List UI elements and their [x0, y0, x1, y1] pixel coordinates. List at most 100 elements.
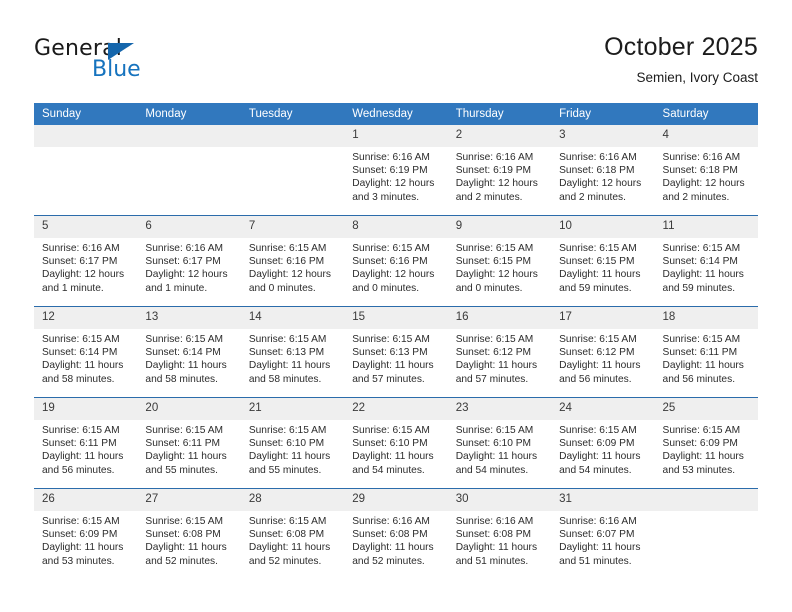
day-number: [34, 125, 138, 147]
calendar-week-row: 1 Sunrise: 6:16 AM Sunset: 6:19 PM Daylight…: [34, 125, 758, 216]
daylight-text: Daylight: 12 hours and 0 minutes.: [352, 269, 435, 294]
calendar-day-cell[interactable]: 1 Sunrise: 6:16 AM Sunset: 6:19 PM Daylight…: [344, 125, 448, 216]
daylight-text: Daylight: 11 hours and 57 minutes.: [352, 360, 434, 385]
weekday-header-saturday: Saturday: [654, 103, 758, 125]
sunset-text: Sunset: 6:18 PM: [662, 165, 738, 177]
calendar-day-cell[interactable]: 3 Sunrise: 6:16 AM Sunset: 6:18 PM Daylight…: [551, 125, 655, 216]
calendar-day-cell-empty: [34, 125, 138, 216]
calendar-day-cell[interactable]: 16 Sunrise: 6:15 AM Sunset: 6:12 PM Dayligh…: [447, 306, 552, 398]
sunrise-text: Sunrise: 6:15 AM: [455, 334, 534, 345]
day-details: Sunrise: 6:16 AM Sunset: 6:19 PM Daylight:…: [344, 147, 447, 204]
daylight-text: Daylight: 11 hours and 54 minutes.: [352, 451, 434, 476]
calendar-day-cell[interactable]: 21 Sunrise: 6:15 AM Sunset: 6:10 PM Dayligh…: [240, 397, 345, 489]
day-number: 25: [654, 398, 758, 420]
calendar-day-cell[interactable]: 12 Sunrise: 6:15 AM Sunset: 6:14 PM Dayligh…: [34, 306, 138, 398]
calendar-day-cell[interactable]: 15 Sunrise: 6:15 AM Sunset: 6:13 PM Dayligh…: [344, 306, 448, 398]
day-number: 5: [34, 216, 138, 238]
calendar-day-cell[interactable]: 2 Sunrise: 6:16 AM Sunset: 6:19 PM Daylight…: [447, 125, 552, 216]
day-number: 27: [137, 489, 241, 511]
calendar-day-cell[interactable]: 8 Sunrise: 6:15 AM Sunset: 6:16 PM Daylight…: [344, 215, 448, 307]
sunset-text: Sunset: 6:10 PM: [248, 438, 325, 450]
sunrise-text: Sunrise: 6:15 AM: [145, 334, 224, 345]
calendar-header-row: Sunday Monday Tuesday Wednesday Thursday…: [34, 103, 758, 125]
day-number: 31: [551, 489, 655, 511]
calendar-day-cell[interactable]: 26 Sunrise: 6:15 AM Sunset: 6:09 PM Dayligh…: [34, 488, 138, 579]
sunrise-text: Sunrise: 6:16 AM: [662, 152, 741, 163]
daylight-text: Daylight: 11 hours and 55 minutes.: [145, 451, 227, 476]
calendar-week-row: 12 Sunrise: 6:15 AM Sunset: 6:14 PM Dayligh…: [34, 306, 758, 398]
calendar-day-cell[interactable]: 28 Sunrise: 6:15 AM Sunset: 6:08 PM Dayligh…: [240, 488, 345, 579]
day-details: Sunrise: 6:16 AM Sunset: 6:18 PM Daylight:…: [551, 147, 654, 204]
sunset-text: Sunset: 6:11 PM: [662, 347, 738, 359]
weekday-header-wednesday: Wednesday: [344, 103, 448, 125]
sunrise-text: Sunrise: 6:16 AM: [352, 516, 430, 527]
daylight-text: Daylight: 12 hours and 0 minutes.: [248, 269, 331, 294]
day-details: Sunrise: 6:15 AM Sunset: 6:14 PM Daylight:…: [34, 329, 137, 386]
daylight-text: Daylight: 11 hours and 56 minutes.: [559, 360, 641, 385]
page-title: October 2025: [604, 33, 758, 61]
calendar-day-cell[interactable]: 30 Sunrise: 6:16 AM Sunset: 6:08 PM Dayligh…: [447, 488, 552, 579]
sunrise-text: Sunrise: 6:15 AM: [248, 243, 327, 254]
calendar-day-cell[interactable]: 24 Sunrise: 6:15 AM Sunset: 6:09 PM Dayligh…: [551, 397, 655, 489]
calendar-day-cell[interactable]: 20 Sunrise: 6:15 AM Sunset: 6:11 PM Dayligh…: [137, 397, 241, 489]
daylight-text: Daylight: 12 hours and 3 minutes.: [352, 178, 435, 203]
sunrise-text: Sunrise: 6:15 AM: [559, 425, 637, 436]
day-number: 9: [447, 216, 552, 238]
day-details: Sunrise: 6:16 AM Sunset: 6:17 PM Daylight:…: [137, 238, 240, 295]
day-details: Sunrise: 6:15 AM Sunset: 6:09 PM Daylight:…: [551, 420, 654, 477]
calendar-day-cell[interactable]: 23 Sunrise: 6:15 AM Sunset: 6:10 PM Dayligh…: [447, 397, 552, 489]
calendar-day-cell[interactable]: 10 Sunrise: 6:15 AM Sunset: 6:15 PM Dayligh…: [551, 215, 655, 307]
calendar-week-row: 5 Sunrise: 6:16 AM Sunset: 6:17 PM Daylight…: [34, 215, 758, 307]
calendar-day-cell[interactable]: 5 Sunrise: 6:16 AM Sunset: 6:17 PM Daylight…: [34, 215, 138, 307]
day-details: Sunrise: 6:15 AM Sunset: 6:14 PM Daylight:…: [137, 329, 240, 386]
calendar-day-cell-empty: [654, 488, 758, 579]
sunset-text: Sunset: 6:09 PM: [42, 529, 118, 541]
daylight-text: Daylight: 11 hours and 52 minutes.: [352, 542, 434, 567]
sunrise-text: Sunrise: 6:16 AM: [559, 152, 637, 163]
calendar-day-cell[interactable]: 9 Sunrise: 6:15 AM Sunset: 6:15 PM Daylight…: [447, 215, 552, 307]
day-number: 11: [654, 216, 758, 238]
day-details: Sunrise: 6:16 AM Sunset: 6:07 PM Daylight:…: [551, 511, 654, 568]
day-number: 4: [654, 125, 758, 147]
calendar-day-cell[interactable]: 13 Sunrise: 6:15 AM Sunset: 6:14 PM Dayligh…: [137, 306, 241, 398]
calendar-body: 1 Sunrise: 6:16 AM Sunset: 6:19 PM Daylight…: [34, 125, 758, 579]
sunset-text: Sunset: 6:11 PM: [42, 438, 117, 450]
day-number: 26: [34, 489, 138, 511]
sunrise-text: Sunrise: 6:15 AM: [455, 243, 534, 254]
calendar-day-cell[interactable]: 31 Sunrise: 6:16 AM Sunset: 6:07 PM Dayligh…: [551, 488, 655, 579]
daylight-text: Daylight: 11 hours and 58 minutes.: [248, 360, 331, 385]
calendar-day-cell[interactable]: 6 Sunrise: 6:16 AM Sunset: 6:17 PM Daylight…: [137, 215, 241, 307]
weekday-header-tuesday: Tuesday: [240, 103, 345, 125]
calendar-day-cell[interactable]: 22 Sunrise: 6:15 AM Sunset: 6:10 PM Dayligh…: [344, 397, 448, 489]
sunset-text: Sunset: 6:14 PM: [42, 347, 118, 359]
calendar-day-cell[interactable]: 7 Sunrise: 6:15 AM Sunset: 6:16 PM Daylight…: [240, 215, 345, 307]
daylight-text: Daylight: 11 hours and 58 minutes.: [145, 360, 227, 385]
sunrise-text: Sunrise: 6:16 AM: [559, 516, 637, 527]
day-details: Sunrise: 6:15 AM Sunset: 6:13 PM Daylight:…: [344, 329, 447, 386]
calendar-day-cell[interactable]: 4 Sunrise: 6:16 AM Sunset: 6:18 PM Daylight…: [654, 125, 758, 216]
calendar-grid: Sunday Monday Tuesday Wednesday Thursday…: [34, 103, 758, 579]
day-number: 17: [551, 307, 655, 329]
daylight-text: Daylight: 12 hours and 2 minutes.: [662, 178, 745, 203]
day-details: Sunrise: 6:15 AM Sunset: 6:08 PM Daylight:…: [241, 511, 344, 568]
sunset-text: Sunset: 6:19 PM: [352, 165, 428, 177]
day-number: 23: [447, 398, 552, 420]
sunrise-text: Sunrise: 6:15 AM: [352, 425, 430, 436]
sunrise-text: Sunrise: 6:15 AM: [352, 243, 430, 254]
calendar-day-cell[interactable]: 11 Sunrise: 6:15 AM Sunset: 6:14 PM Dayligh…: [654, 215, 758, 307]
day-number: 22: [344, 398, 448, 420]
sunrise-text: Sunrise: 6:16 AM: [352, 152, 430, 163]
calendar-day-cell[interactable]: 14 Sunrise: 6:15 AM Sunset: 6:13 PM Dayligh…: [240, 306, 345, 398]
calendar-day-cell[interactable]: 29 Sunrise: 6:16 AM Sunset: 6:08 PM Dayligh…: [344, 488, 448, 579]
day-details: Sunrise: 6:15 AM Sunset: 6:15 PM Daylight:…: [551, 238, 654, 295]
calendar-day-cell[interactable]: 18 Sunrise: 6:15 AM Sunset: 6:11 PM Dayligh…: [654, 306, 758, 398]
calendar-day-cell[interactable]: 17 Sunrise: 6:15 AM Sunset: 6:12 PM Dayligh…: [551, 306, 655, 398]
calendar-day-cell[interactable]: 19 Sunrise: 6:15 AM Sunset: 6:11 PM Dayligh…: [34, 397, 138, 489]
sunrise-text: Sunrise: 6:15 AM: [145, 516, 224, 527]
calendar-day-cell[interactable]: 25 Sunrise: 6:15 AM Sunset: 6:09 PM Dayligh…: [654, 397, 758, 489]
calendar-day-cell[interactable]: 27 Sunrise: 6:15 AM Sunset: 6:08 PM Dayligh…: [137, 488, 241, 579]
day-number: 19: [34, 398, 138, 420]
sunrise-text: Sunrise: 6:15 AM: [248, 334, 327, 345]
daylight-text: Daylight: 12 hours and 2 minutes.: [559, 178, 642, 203]
brand-logo[interactable]: General Blue: [34, 36, 254, 92]
